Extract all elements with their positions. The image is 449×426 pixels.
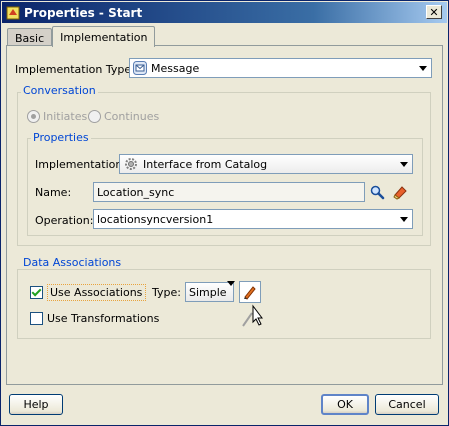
operation-select[interactable]: locationsyncversion1 bbox=[93, 209, 413, 229]
implementation-type-label: Implementation Type: bbox=[15, 63, 135, 76]
catalog-gear-icon bbox=[123, 156, 139, 172]
radio-initiates-label: Initiates bbox=[43, 110, 88, 123]
radio-initiates[interactable]: Initiates bbox=[27, 110, 87, 123]
implementation-type-row: Implementation Type: bbox=[15, 63, 135, 76]
close-icon[interactable]: ✕ bbox=[426, 5, 442, 19]
implementation-label: Implementation: bbox=[35, 158, 127, 171]
mouse-cursor-icon bbox=[241, 304, 263, 328]
chevron-down-icon bbox=[396, 210, 412, 228]
tab-implementation[interactable]: Implementation bbox=[52, 26, 156, 47]
implementation-type-value: Message bbox=[151, 61, 200, 75]
radio-initiates-control[interactable] bbox=[27, 110, 40, 123]
radio-continues[interactable]: Continues bbox=[88, 110, 159, 123]
use-associations-checkbox[interactable] bbox=[30, 286, 43, 299]
operation-value: locationsyncversion1 bbox=[97, 212, 214, 226]
properties-dialog: Properties - Start ✕ Basic Implementatio… bbox=[0, 0, 449, 426]
properties-title: Properties bbox=[31, 131, 91, 144]
implementation-row: Implementation: bbox=[35, 158, 126, 171]
use-associations-row[interactable]: Use Associations bbox=[30, 284, 147, 301]
operation-row: Operation: bbox=[35, 214, 93, 227]
use-transformations-label: Use Transformations bbox=[47, 312, 160, 325]
operation-label: Operation: bbox=[35, 214, 94, 227]
chevron-down-icon bbox=[415, 59, 431, 77]
type-value: Simple bbox=[189, 285, 227, 299]
use-transformations-checkbox[interactable] bbox=[30, 312, 43, 325]
eraser-icon[interactable] bbox=[391, 182, 409, 202]
search-icon[interactable] bbox=[368, 182, 386, 202]
edit-pencil-icon[interactable] bbox=[239, 281, 261, 303]
type-row: Type: bbox=[152, 286, 181, 299]
app-icon bbox=[5, 5, 21, 21]
radio-continues-control[interactable] bbox=[88, 110, 101, 123]
window-title: Properties - Start bbox=[24, 5, 143, 20]
use-associations-label: Use Associations bbox=[47, 284, 147, 301]
chevron-down-icon bbox=[396, 155, 412, 173]
name-label: Name: bbox=[35, 186, 72, 199]
ok-button[interactable]: OK bbox=[321, 394, 369, 415]
implementation-value: Interface from Catalog bbox=[143, 157, 268, 171]
conversation-title: Conversation bbox=[21, 84, 98, 97]
message-icon bbox=[133, 61, 147, 75]
implementation-type-select[interactable]: Message bbox=[129, 58, 432, 78]
help-button[interactable]: Help bbox=[9, 394, 63, 415]
name-field[interactable]: Location_sync bbox=[93, 182, 365, 202]
name-row: Name: bbox=[35, 186, 71, 199]
chevron-down-icon bbox=[227, 286, 235, 299]
implementation-select[interactable]: Interface from Catalog bbox=[119, 154, 413, 174]
type-select[interactable]: Simple bbox=[185, 282, 234, 302]
type-label: Type: bbox=[152, 286, 181, 299]
implementation-panel: Implementation Type: Message Conversatio… bbox=[6, 45, 443, 385]
data-associations-title: Data Associations bbox=[21, 256, 124, 269]
title-bar: Properties - Start ✕ bbox=[2, 2, 447, 23]
data-associations-group bbox=[17, 269, 431, 339]
cancel-button[interactable]: Cancel bbox=[375, 394, 439, 415]
use-transformations-row[interactable]: Use Transformations bbox=[30, 312, 159, 325]
radio-continues-label: Continues bbox=[104, 110, 160, 123]
tab-strip: Basic Implementation bbox=[7, 26, 156, 47]
